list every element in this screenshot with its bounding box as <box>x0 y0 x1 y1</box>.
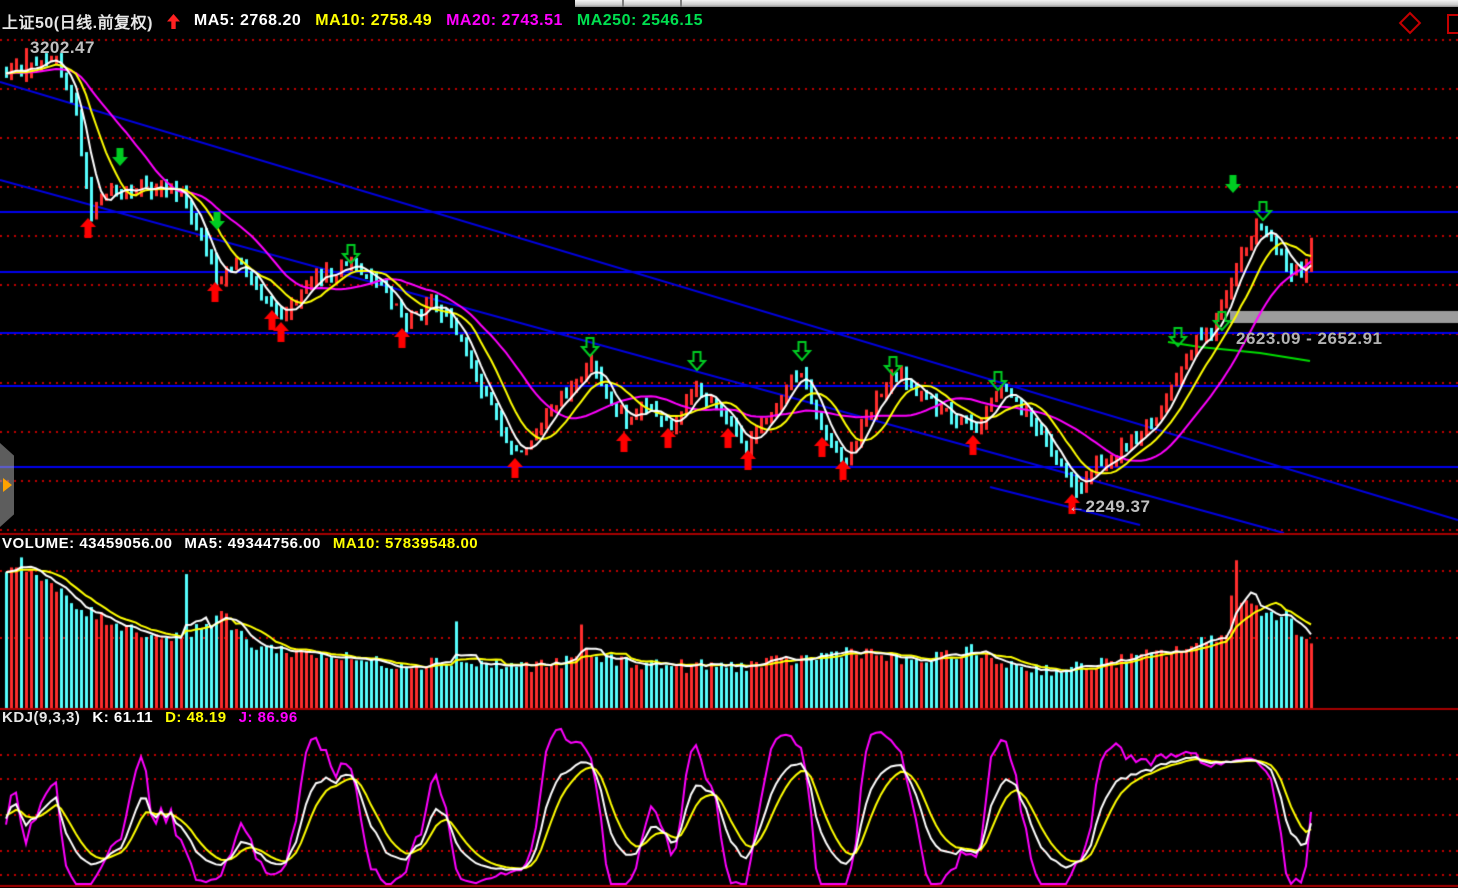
up-arrow-icon <box>167 14 180 29</box>
expand-arrow-icon <box>3 478 12 492</box>
rectangle-tool-icon[interactable] <box>1447 14 1458 34</box>
price-range-label: 2623.09 - 2652.91 <box>1236 329 1383 349</box>
ma250-value: MA250: 2546.15 <box>577 12 703 30</box>
high-price-label: 3202.47 <box>30 38 95 58</box>
stock-chart-canvas[interactable] <box>0 0 1458 888</box>
sidebar-expand-handle[interactable] <box>0 443 14 527</box>
symbol-title: 上证50(日线.前复权) <box>2 9 153 33</box>
main-chart-header: 上证50(日线.前复权) MA5: 2768.20 MA10: 2758.49 … <box>2 9 703 33</box>
ma10-value: MA10: 2758.49 <box>315 12 432 30</box>
kdj-k-value: K: 61.11 <box>92 709 153 726</box>
low-price-label: ←2249.37 <box>1068 497 1150 517</box>
volume-header: VOLUME: 43459056.00 MA5: 49344756.00 MA1… <box>2 535 478 552</box>
scrollbar-tick <box>622 0 624 7</box>
volume-ma10-value: MA10: 57839548.00 <box>333 535 478 552</box>
ma5-value: MA5: 2768.20 <box>194 12 301 30</box>
ma20-value: MA20: 2743.51 <box>446 12 563 30</box>
kdj-d-value: D: 48.19 <box>165 709 227 726</box>
scrollbar-tick <box>680 0 682 7</box>
kdj-j-value: J: 86.96 <box>239 709 298 726</box>
top-scrollbar[interactable] <box>575 0 1458 7</box>
trading-app-window: { "header": { "title": "上证50(日线.前复权)", "… <box>0 0 1458 888</box>
volume-ma5-value: MA5: 49344756.00 <box>184 535 320 552</box>
volume-value: VOLUME: 43459056.00 <box>2 535 172 552</box>
kdj-title: KDJ(9,3,3) <box>2 709 80 726</box>
kdj-header: KDJ(9,3,3) K: 61.11 D: 48.19 J: 86.96 <box>2 709 298 726</box>
